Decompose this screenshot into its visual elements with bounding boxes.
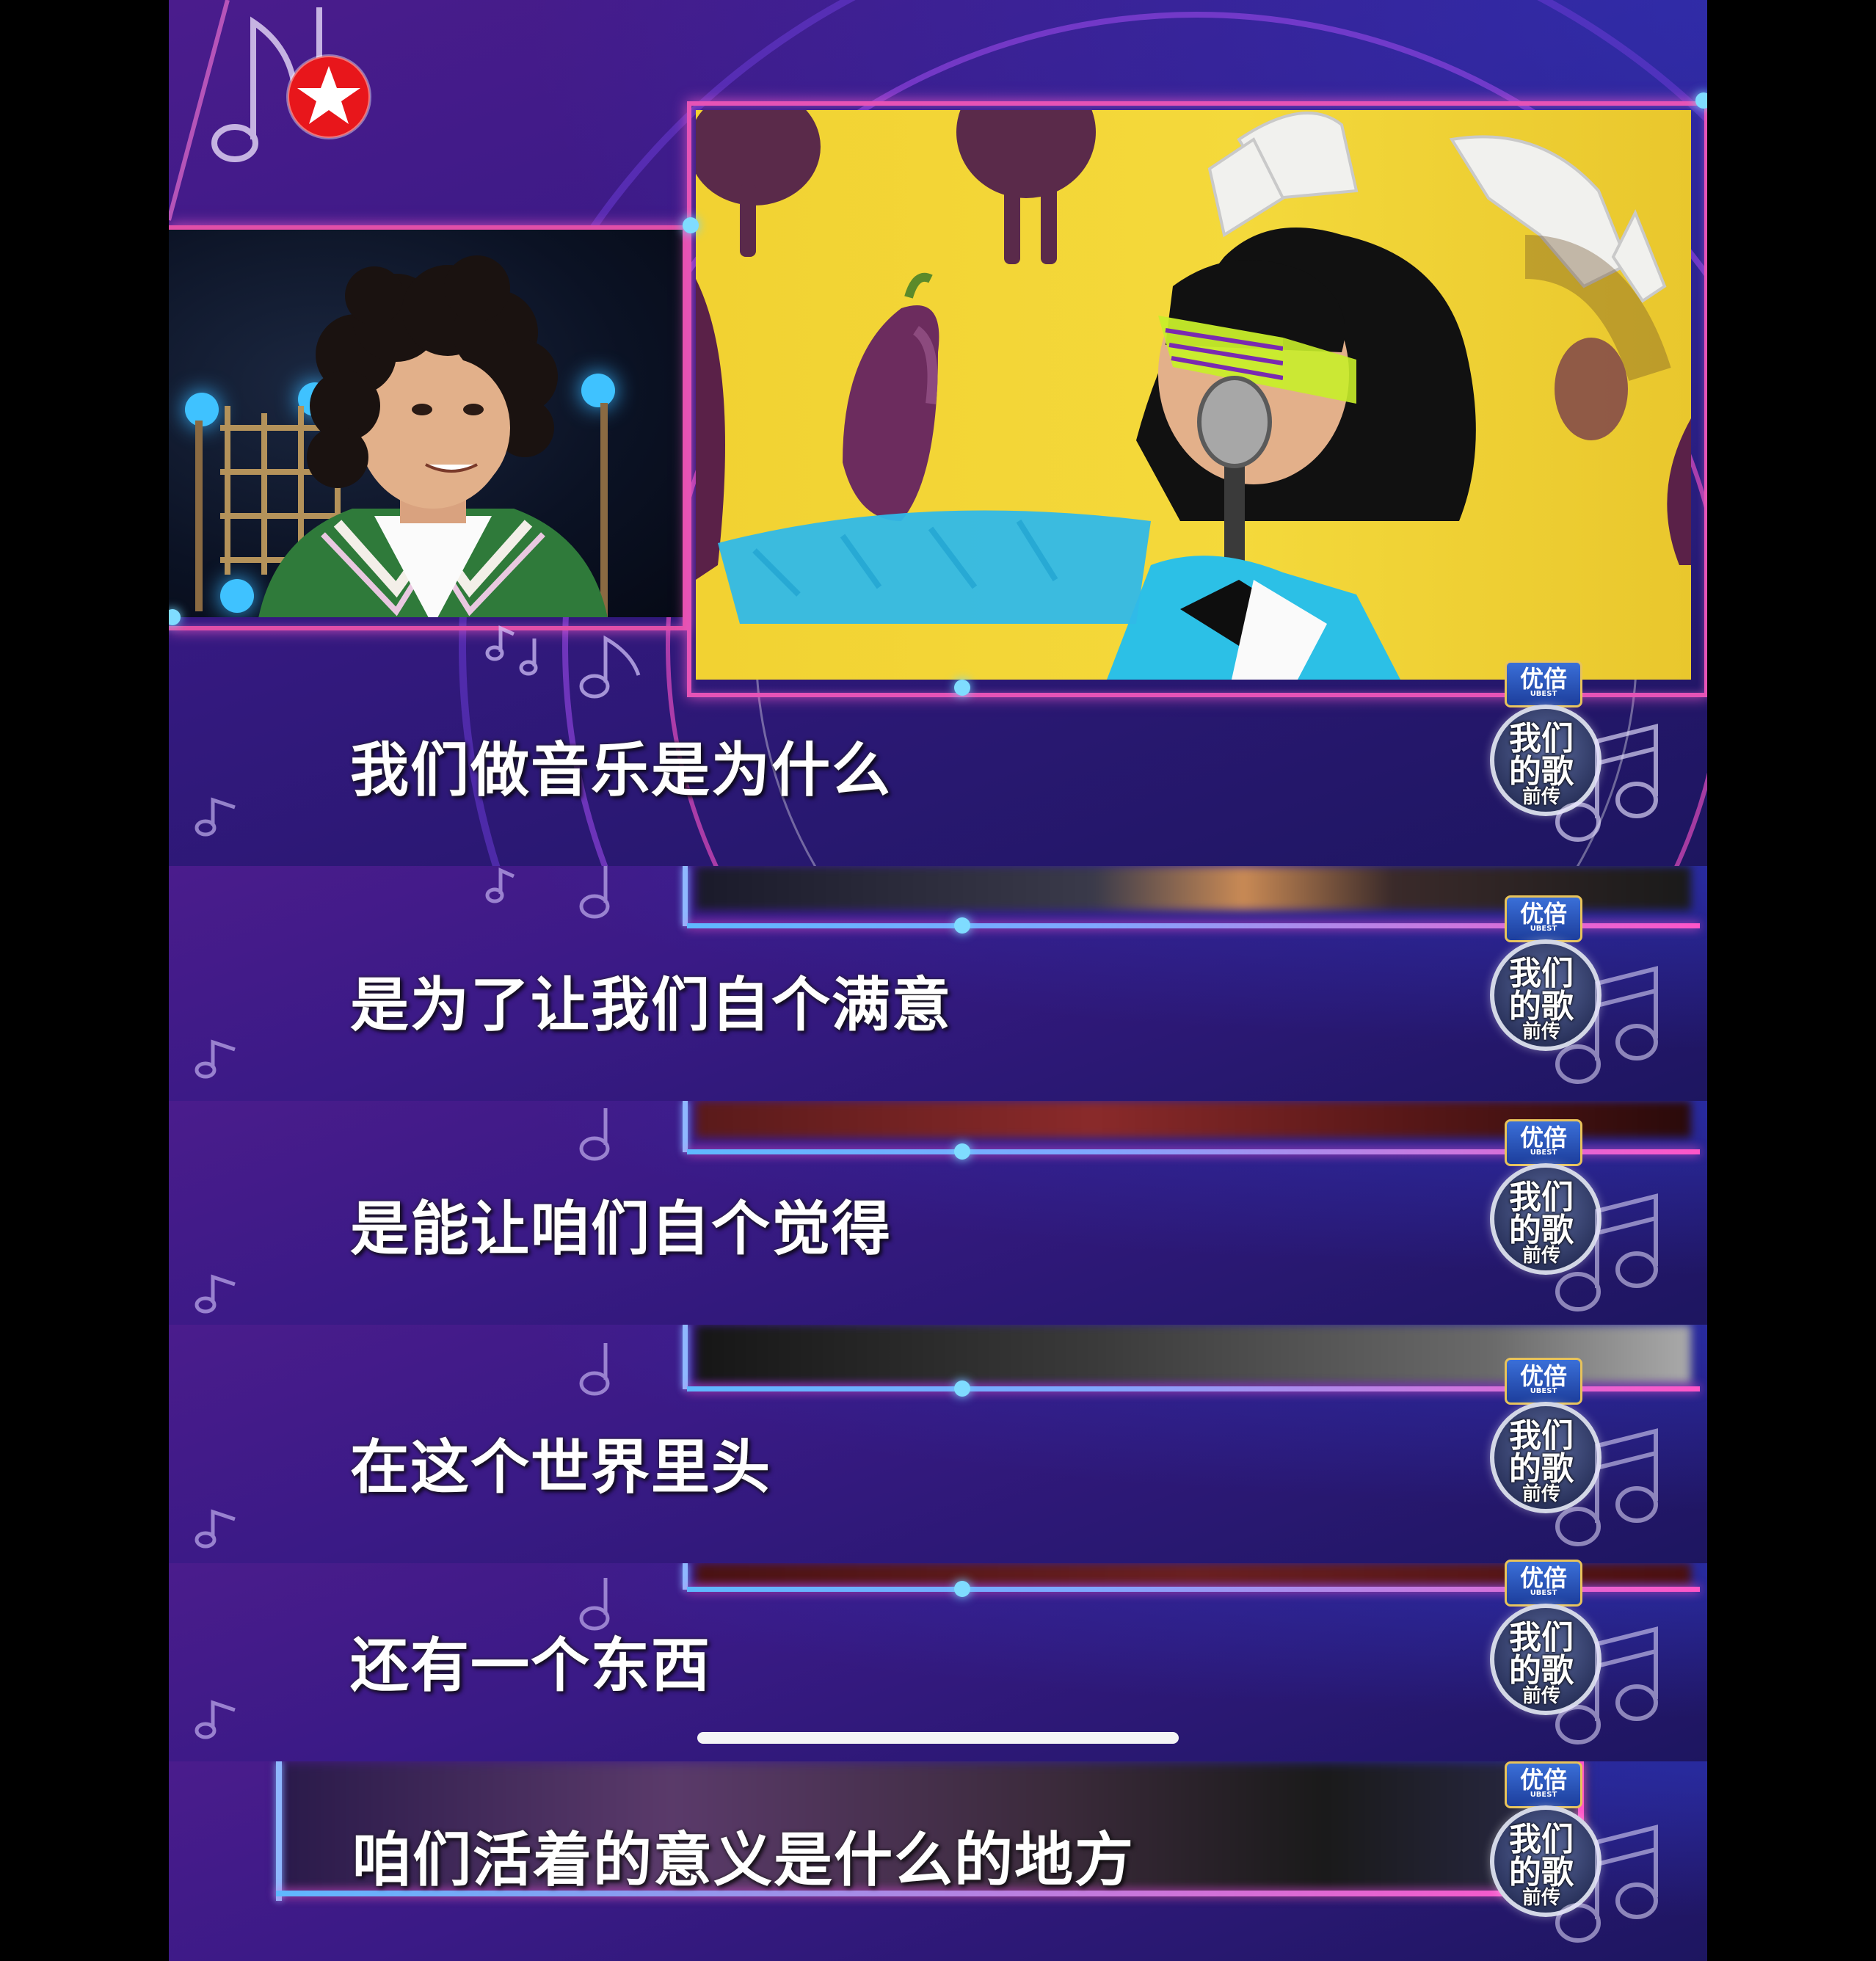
host-person bbox=[258, 255, 608, 617]
subtitle-line: 咱们活着的意义是什么的地方 bbox=[352, 1826, 1135, 1894]
subtitle-line: 是能让咱们自个觉得 bbox=[350, 1195, 892, 1263]
video-screenshot-collage: 我们做音乐是为什么 优倍UBEST 我们 的歌 前传 是为了让我们自个满意 bbox=[169, 0, 1707, 1961]
subtitle-line: 还有一个东西 bbox=[350, 1631, 711, 1700]
sponsor-badge: 优倍 UBEST bbox=[1505, 661, 1582, 707]
subtitle-line: 我们做音乐是为什么 bbox=[350, 736, 892, 804]
host-camera-view bbox=[169, 230, 683, 617]
performance-camera-view bbox=[696, 110, 1691, 680]
music-note-icon bbox=[1555, 724, 1658, 842]
subtitle-line: 是为了让我们自个满意 bbox=[350, 971, 952, 1039]
music-note-icon bbox=[485, 625, 641, 699]
subtitle-line: 在这个世界里头 bbox=[350, 1433, 771, 1502]
performer-scene bbox=[696, 110, 1691, 680]
music-note-icon bbox=[194, 797, 236, 837]
channel-logo-icon bbox=[286, 54, 371, 139]
home-indicator[interactable] bbox=[697, 1732, 1179, 1744]
video-frame-main: 我们做音乐是为什么 优倍 UBEST 我们 的歌 前传 bbox=[169, 0, 1707, 866]
